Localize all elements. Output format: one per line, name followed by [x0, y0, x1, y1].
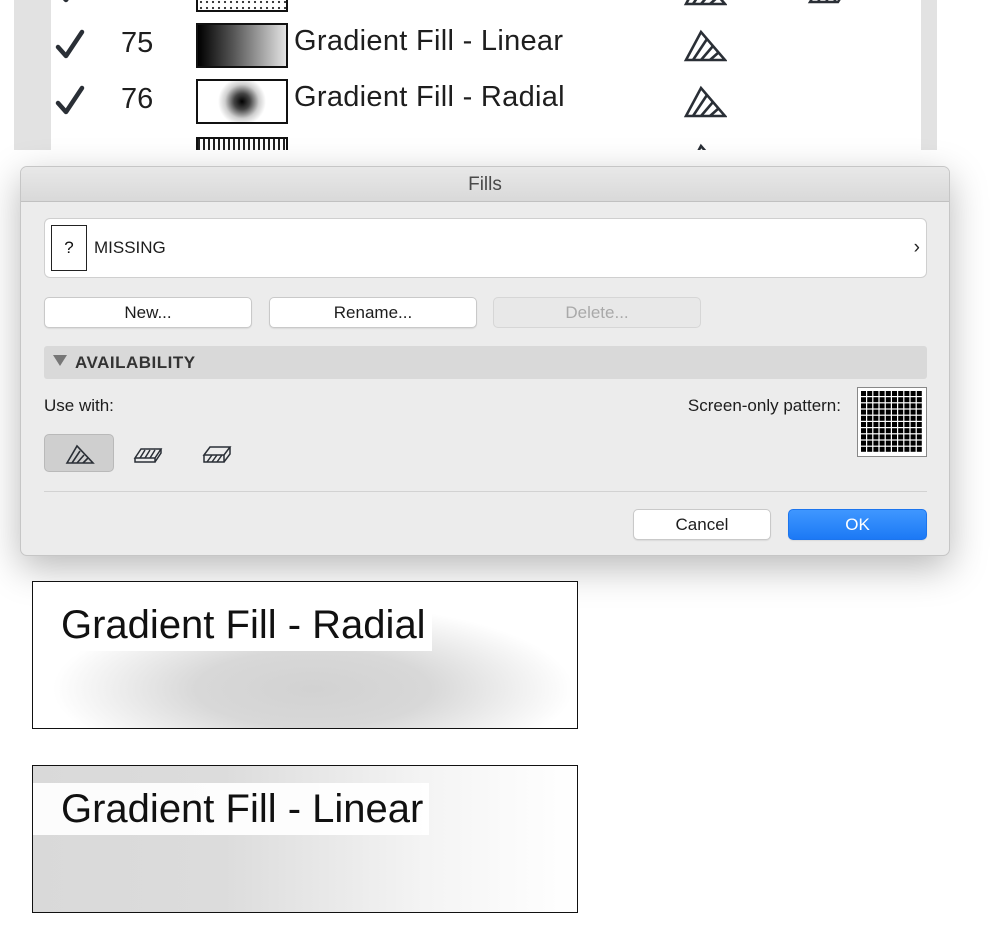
ok-button[interactable]: OK	[788, 509, 927, 540]
fill-number: 75	[121, 27, 154, 59]
selected-fill-name: MISSING	[94, 238, 166, 257]
drafting-fill-icon	[683, 29, 727, 62]
cover-fills-toggle[interactable]	[182, 434, 252, 472]
fill-list: 75 Gradient Fill - Linear 76 Gradient Fi…	[51, 0, 921, 150]
cut-fill-icon	[133, 448, 163, 463]
missing-fill-icon: ?	[51, 225, 87, 271]
fill-name: Gradient Fill - Linear	[294, 25, 564, 57]
availability-label: AVAILABILITY	[75, 353, 196, 372]
availability-section-header[interactable]: AVAILABILITY	[44, 346, 927, 379]
drafting-fill-icon	[697, 143, 707, 150]
fill-number: 76	[121, 83, 154, 115]
dialog-title[interactable]: Fills	[21, 167, 949, 202]
rename-button[interactable]: Rename...	[269, 297, 477, 328]
cover-fill-icon	[202, 446, 232, 463]
fills-dialog: Fills ? MISSING › New... Rename... Delet…	[20, 166, 950, 556]
cut-fill-icon	[807, 0, 841, 4]
fill-list-row[interactable]	[51, 0, 921, 22]
delete-button[interactable]: Delete...	[493, 297, 701, 328]
radial-preview-label: Gradient Fill - Radial	[33, 599, 432, 651]
checkmark-icon	[62, 0, 69, 3]
drafting-fill-icon	[683, 0, 727, 6]
fill-list-row[interactable]	[51, 136, 921, 150]
radial-fill-preview: Gradient Fill - Radial	[32, 581, 578, 729]
cut-fills-toggle[interactable]	[113, 434, 183, 472]
cut-fill-icon	[756, 140, 800, 150]
drafting-fill-icon	[65, 444, 95, 464]
screen-only-pattern-label: Screen-only pattern:	[687, 396, 841, 415]
fill-list-row[interactable]: 75 Gradient Fill - Linear	[51, 22, 921, 78]
drafting-fill-icon	[683, 85, 727, 118]
fill-list-panel: 75 Gradient Fill - Linear 76 Gradient Fi…	[14, 0, 937, 150]
pattern-grid-icon	[861, 391, 923, 453]
use-with-label: Use with:	[44, 396, 114, 415]
drafting-fills-toggle[interactable]	[44, 434, 114, 472]
screen-only-pattern-swatch[interactable]	[857, 387, 927, 457]
cover-fill-icon	[821, 140, 865, 150]
fill-list-row[interactable]: 76 Gradient Fill - Radial	[51, 78, 921, 134]
new-button[interactable]: New...	[44, 297, 252, 328]
dialog-divider	[44, 491, 927, 492]
chevron-right-icon: ›	[913, 237, 920, 258]
disclosure-triangle-icon	[53, 355, 67, 366]
fill-name: Gradient Fill - Radial	[294, 81, 565, 113]
fill-swatch-linear	[196, 23, 288, 68]
fill-swatch-dots	[196, 0, 288, 12]
fill-swatch-radial	[196, 79, 288, 124]
cancel-button[interactable]: Cancel	[633, 509, 771, 540]
checkmark-icon	[55, 29, 85, 59]
linear-fill-preview: Gradient Fill - Linear	[32, 765, 578, 913]
fill-selector[interactable]: ? MISSING ›	[44, 218, 927, 278]
fill-swatch-pattern	[196, 137, 288, 150]
linear-preview-label: Gradient Fill - Linear	[33, 783, 430, 835]
checkmark-icon	[55, 85, 85, 115]
